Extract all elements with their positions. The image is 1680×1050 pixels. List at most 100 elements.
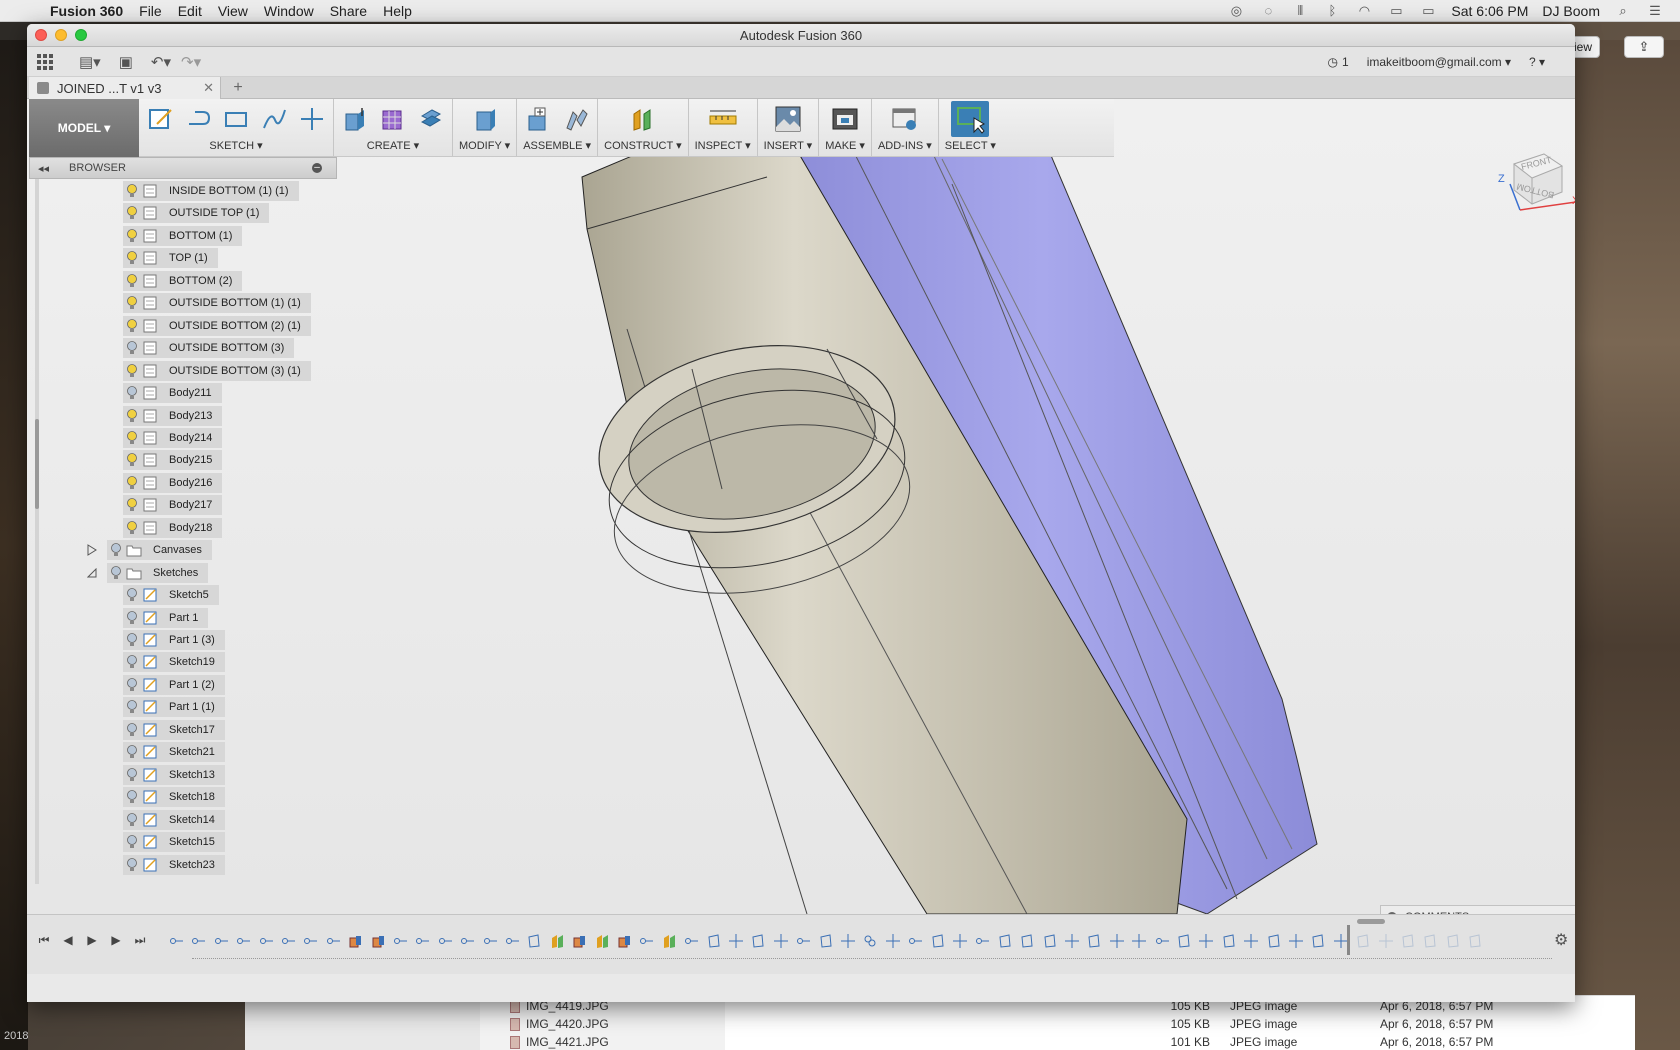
timeline-feature-move-icon[interactable]	[884, 931, 902, 951]
form-icon[interactable]	[378, 104, 408, 134]
browser-header[interactable]: ◂◂ BROWSER –	[29, 157, 337, 179]
bluetooth-icon[interactable]: ᛒ	[1323, 3, 1341, 18]
rectangle-icon[interactable]	[221, 104, 251, 134]
joint-icon[interactable]	[561, 104, 591, 134]
toolbar-group-label[interactable]: CREATE ▾	[367, 139, 419, 155]
redo-icon[interactable]: ↷▾	[181, 51, 201, 73]
timeline-feature-sketch-icon[interactable]	[301, 931, 319, 951]
timeline-feature-sketch-icon[interactable]	[436, 931, 454, 951]
insert-image-icon[interactable]	[773, 104, 803, 134]
browser-body-item[interactable]: Body217	[123, 495, 223, 515]
visibility-bulb-icon[interactable]	[123, 406, 141, 426]
press-pull-icon[interactable]	[470, 104, 500, 134]
collapsed-triangle-icon[interactable]	[85, 540, 99, 560]
timeline-feature-body-icon[interactable]	[749, 931, 767, 951]
new-component-icon[interactable]	[523, 104, 553, 134]
visibility-bulb-icon[interactable]	[123, 248, 141, 268]
timeline-feature-move-icon[interactable]	[951, 931, 969, 951]
spline-icon[interactable]	[259, 104, 289, 134]
browser-body-item[interactable]: Body215	[123, 450, 223, 470]
wifi-icon[interactable]: ◠	[1355, 3, 1373, 18]
play-icon[interactable]: ▶	[85, 933, 99, 947]
menu-edit[interactable]: Edit	[178, 3, 202, 19]
menubar-clock[interactable]: Sat 6:06 PM	[1451, 3, 1528, 19]
visibility-bulb-icon[interactable]	[123, 675, 141, 695]
timeline-marker[interactable]	[1347, 925, 1350, 955]
timeline-feature-body-icon[interactable]	[1444, 931, 1462, 951]
toolbar-group-label[interactable]: CONSTRUCT ▾	[604, 139, 681, 155]
browser-sketch-item[interactable]: Sketch14	[123, 810, 225, 830]
create-sketch-icon[interactable]	[145, 104, 175, 134]
timeline-feature-plane-icon[interactable]	[593, 931, 611, 951]
document-tab[interactable]: JOINED ...T v1 v3 ✕	[29, 77, 221, 99]
timeline-feature-sketch-icon[interactable]	[973, 931, 991, 951]
timeline-feature-body-icon[interactable]	[705, 931, 723, 951]
visibility-bulb-icon[interactable]	[107, 563, 125, 583]
browser-body-item[interactable]: OUTSIDE BOTTOM (3) (1)	[123, 361, 311, 381]
browser-body-item[interactable]: OUTSIDE TOP (1)	[123, 203, 270, 223]
visibility-bulb-icon[interactable]	[123, 293, 141, 313]
view-cube[interactable]: FRONT BOTTOM Z X	[1482, 144, 1575, 224]
timeline-feature-extrude-icon[interactable]	[346, 931, 364, 951]
go-to-end-icon[interactable]: ⏭	[133, 933, 147, 947]
file-row[interactable]: IMG_4420.JPG 105 KB JPEG image Apr 6, 20…	[510, 1015, 1600, 1033]
timeline-feature-body-icon[interactable]	[1309, 931, 1327, 951]
timeline-feature-body-icon[interactable]	[1220, 931, 1238, 951]
creative-cloud-icon[interactable]: ◎	[1227, 3, 1245, 18]
visibility-bulb-icon[interactable]	[123, 226, 141, 246]
visibility-bulb-icon[interactable]	[123, 652, 141, 672]
toolbar-group-label[interactable]: MAKE ▾	[825, 139, 865, 155]
browser-sketch-item[interactable]: Sketch18	[123, 787, 225, 807]
browser-sketch-item[interactable]: Part 1 (2)	[123, 675, 225, 695]
workspace-switcher[interactable]: MODEL ▾	[29, 99, 139, 157]
job-status[interactable]: ◷ 1	[1328, 55, 1349, 69]
timeline-feature-sketch-icon[interactable]	[234, 931, 252, 951]
timeline-feature-plane-icon[interactable]	[548, 931, 566, 951]
timeline-feature-sketch-icon[interactable]	[413, 931, 431, 951]
timeline-feature-move-icon[interactable]	[1287, 931, 1305, 951]
timeline-feature-extrude-icon[interactable]	[570, 931, 588, 951]
timeline-feature-sketch-icon[interactable]	[481, 931, 499, 951]
window-close-button[interactable]	[35, 29, 47, 41]
visibility-bulb-icon[interactable]	[123, 585, 141, 605]
tab-close-icon[interactable]: ✕	[203, 80, 214, 96]
browser-sketch-item[interactable]: Part 1 (3)	[123, 630, 225, 650]
go-to-start-icon[interactable]: ⏮	[37, 933, 51, 947]
visibility-bulb-icon[interactable]	[123, 608, 141, 628]
timeline-feature-body-icon[interactable]	[1421, 931, 1439, 951]
browser-minimize-icon[interactable]: –	[312, 163, 322, 173]
background-share-icon[interactable]: ⇪	[1624, 36, 1664, 58]
visibility-bulb-icon[interactable]	[123, 742, 141, 762]
measure-icon[interactable]	[708, 104, 738, 134]
browser-sketch-item[interactable]: Sketch21	[123, 742, 225, 762]
visibility-bulb-icon[interactable]	[123, 271, 141, 291]
browser-body-item[interactable]: Body218	[123, 518, 223, 538]
browser-sketch-item[interactable]: Sketch19	[123, 652, 225, 672]
menubar-user[interactable]: DJ Boom	[1542, 3, 1600, 19]
visibility-bulb-icon[interactable]	[123, 383, 141, 403]
browser-folder-sketches[interactable]: Sketches	[85, 563, 209, 583]
browser-body-item[interactable]: Body214	[123, 428, 223, 448]
timeline-feature-body-icon[interactable]	[929, 931, 947, 951]
scripts-addins-icon[interactable]	[890, 104, 920, 134]
menubar-app-name[interactable]: Fusion 360	[50, 3, 123, 19]
timeline-feature-move-icon[interactable]	[839, 931, 857, 951]
spotlight-search-icon[interactable]: ⌕	[1614, 3, 1632, 18]
offset-plane-icon[interactable]	[628, 104, 658, 134]
timeline-feature-sketch-icon[interactable]	[503, 931, 521, 951]
timeline-feature-sketch-icon[interactable]	[458, 931, 476, 951]
browser-body-item[interactable]: OUTSIDE BOTTOM (1) (1)	[123, 293, 311, 313]
visibility-bulb-icon[interactable]	[123, 765, 141, 785]
menu-help[interactable]: Help	[383, 3, 412, 19]
timeline-feature-move-icon[interactable]	[772, 931, 790, 951]
toolbar-group-label[interactable]: MODIFY ▾	[459, 139, 510, 155]
browser-scrollbar[interactable]	[35, 179, 39, 884]
timeline-feature-body-icon[interactable]	[1354, 931, 1372, 951]
browser-sketch-item[interactable]: Sketch13	[123, 765, 225, 785]
timeline-feature-sketch-icon[interactable]	[682, 931, 700, 951]
toolbar-group-label[interactable]: SKETCH ▾	[209, 139, 262, 155]
new-tab-button[interactable]: +	[227, 77, 249, 99]
timeline-scrollbar[interactable]	[1357, 919, 1385, 924]
toolbar-group-label[interactable]: INSERT ▾	[764, 139, 813, 155]
timeline-feature-sketch-icon[interactable]	[906, 931, 924, 951]
